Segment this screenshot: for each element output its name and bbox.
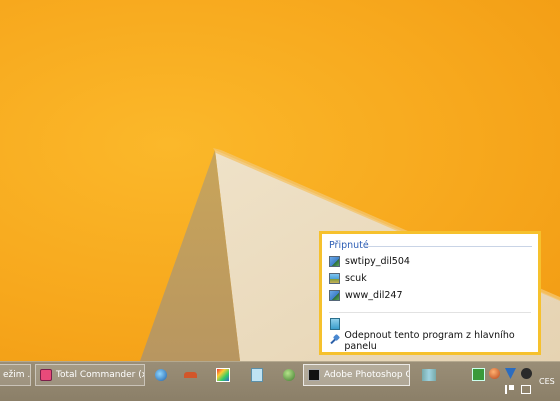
network-icon[interactable] <box>521 385 531 394</box>
ball-icon[interactable] <box>489 368 500 379</box>
taskbar-button-total-commander[interactable]: Total Commander (x... <box>35 364 145 386</box>
taskbar-button-label: Total Commander (x... <box>56 370 144 380</box>
audio-icon[interactable] <box>521 368 532 379</box>
pinned-heading: Připnuté <box>329 240 369 251</box>
jumplist-item-label: scuk <box>345 273 367 284</box>
taskbar: ežim ... Total Commander (x... Adobe Pho… <box>0 361 560 401</box>
image-file-icon <box>329 256 340 267</box>
jumplist-item-www[interactable]: www_dil247 <box>329 288 403 303</box>
image-file-icon <box>329 273 340 284</box>
taskbar-button-label: Adobe Photoshop C... <box>324 370 409 380</box>
network-monitor-icon[interactable] <box>472 368 485 381</box>
bridge-icon <box>183 372 197 378</box>
unpin-button[interactable]: Odepnout tento program z hlavního panelu <box>329 330 538 352</box>
taskbar-button-app[interactable]: ežim ... <box>0 364 31 386</box>
taskbar-pinned-thunderbird[interactable] <box>152 366 170 384</box>
jump-list: Připnuté swtipy_dil504 scuk www_dil247 O… <box>319 231 541 355</box>
preview-icon <box>422 369 436 381</box>
heading-rule <box>365 246 532 247</box>
taskbar-button-label: ežim ... <box>3 370 31 380</box>
image-viewer-icon <box>216 368 230 382</box>
photoshop-icon <box>308 369 320 381</box>
taskbar-pinned-bridge[interactable] <box>181 366 199 384</box>
total-commander-icon <box>40 369 52 381</box>
globe-icon <box>283 369 295 381</box>
jumplist-separator <box>329 312 531 313</box>
language-indicator[interactable]: CES <box>539 377 555 386</box>
jumplist-item-label: www_dil247 <box>345 290 403 301</box>
jumplist-item-label: swtipy_dil504 <box>345 256 410 267</box>
flag-icon[interactable] <box>505 385 514 394</box>
taskbar-pinned-image-viewer[interactable] <box>214 366 232 384</box>
photoshop-file-icon[interactable] <box>330 318 340 330</box>
unpin-label: Odepnout tento program z hlavního panelu <box>344 329 515 352</box>
taskbar-pinned-files[interactable] <box>248 366 266 384</box>
unpin-icon <box>329 335 339 346</box>
taskbar-pinned-preview[interactable] <box>420 366 438 384</box>
antivirus-icon[interactable] <box>505 368 516 379</box>
taskbar-pinned-globe[interactable] <box>280 366 298 384</box>
taskbar-button-photoshop[interactable]: Adobe Photoshop C... <box>303 364 410 386</box>
image-file-icon <box>329 290 340 301</box>
files-icon <box>251 368 263 382</box>
jumplist-item-swtipy[interactable]: swtipy_dil504 <box>329 254 410 269</box>
thunderbird-icon <box>155 369 167 381</box>
jumplist-item-scuk[interactable]: scuk <box>329 271 367 286</box>
